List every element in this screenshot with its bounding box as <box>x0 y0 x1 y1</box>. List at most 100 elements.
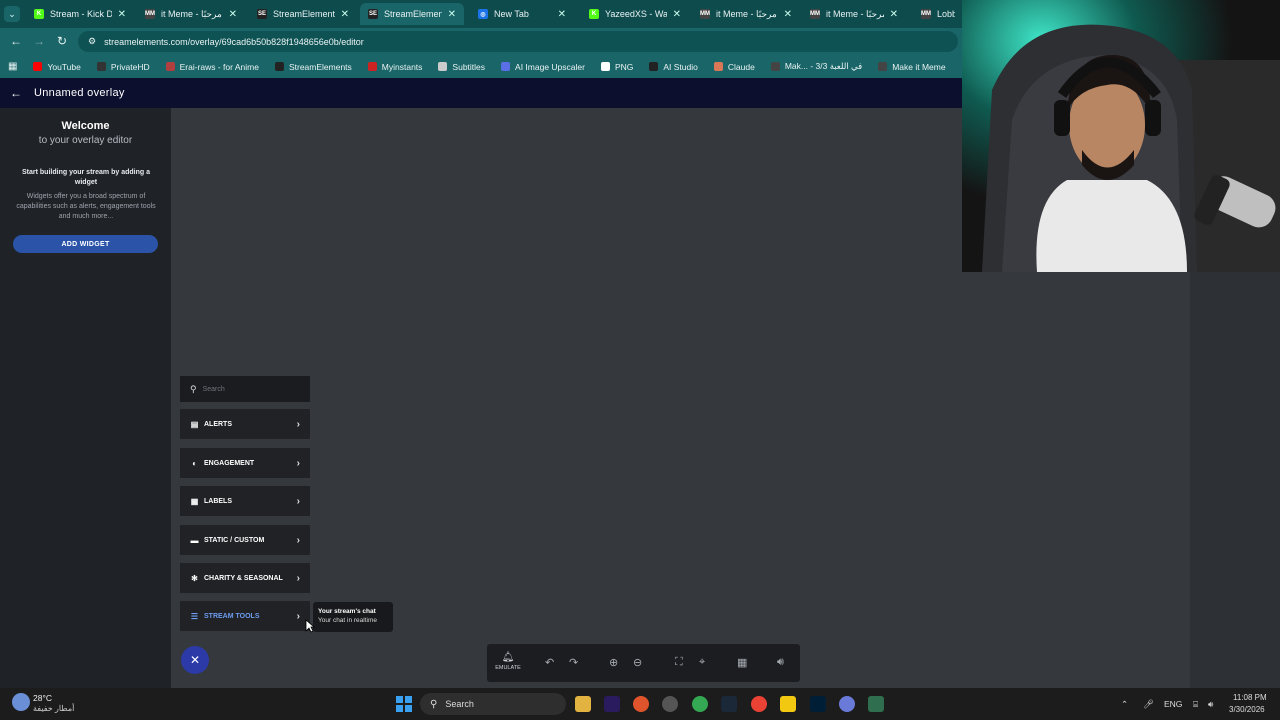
premiere-icon[interactable] <box>604 696 620 712</box>
undo-icon[interactable]: ↶ <box>545 656 554 669</box>
bookmark[interactable]: PrivateHD <box>96 62 150 72</box>
zoom-in-icon[interactable]: ⊕ <box>609 656 618 669</box>
search-icon: ⚲ <box>430 698 438 710</box>
back-icon[interactable]: ← <box>10 34 22 48</box>
widget-category-label: STREAM TOOLS <box>204 612 260 620</box>
fit-screen-icon[interactable]: ⛶ <box>675 656 683 669</box>
firefox-icon[interactable] <box>633 696 649 712</box>
site-info-icon[interactable]: ⚙ <box>88 36 96 47</box>
back-arrow-icon[interactable]: ← <box>10 86 22 100</box>
streamer-webcam-image <box>962 0 1280 272</box>
apps-icon[interactable]: ▦ <box>8 61 17 72</box>
tab-close-icon[interactable]: ✕ <box>673 9 681 20</box>
browser-tab[interactable]: MM it Meme - مرحبًا ✕ <box>692 3 800 25</box>
weather-icon[interactable] <box>12 693 30 711</box>
welcome-title: Welcome <box>61 120 110 132</box>
bookmark[interactable]: AI Studio <box>649 62 698 72</box>
browser-tab[interactable]: SE StreamElements ✕ <box>249 3 357 25</box>
bookmark[interactable]: Mak... - 3/3 في اللعبة <box>770 61 862 72</box>
browser-tab[interactable]: MM it Meme - مرحبًا ✕ <box>802 3 906 25</box>
bookmark-label: YouTube <box>47 61 81 72</box>
tab-search-button[interactable]: ⌄ <box>4 6 20 22</box>
browser-tab[interactable]: K YazeedXS - Watch ✕ <box>581 3 689 25</box>
browser-tab[interactable]: MM Lobby i <box>913 3 963 25</box>
tab-close-icon[interactable]: ✕ <box>890 9 898 20</box>
tab-close-icon[interactable]: ✕ <box>229 9 237 20</box>
bookmark[interactable]: Claude <box>713 61 755 72</box>
tab-close-icon[interactable]: ✕ <box>341 9 349 20</box>
redo-icon[interactable]: ↷ <box>569 656 578 669</box>
widget-category-label: LABELS <box>204 497 232 505</box>
bookmark-label: PNG <box>614 61 634 72</box>
widget-category-charity-seasonal[interactable]: ✻ CHARITY & SEASONAL › <box>180 563 310 593</box>
widget-search-input[interactable]: ⚲ Search <box>180 376 310 402</box>
editor-sidebar: Welcome to your overlay editor Start bui… <box>0 108 171 688</box>
bookmark[interactable]: Myinstants <box>367 62 422 72</box>
close-menu-button[interactable]: ✕ <box>181 646 209 674</box>
file-explorer-icon[interactable] <box>575 696 591 712</box>
overlay-title[interactable]: Unnamed overlay <box>34 87 125 99</box>
volume-icon[interactable]: 🔊︎ <box>1208 699 1213 710</box>
bookmark-favicon-icon <box>165 62 175 71</box>
bookmark-favicon-icon <box>33 62 43 71</box>
sticky-notes-icon[interactable] <box>780 696 796 712</box>
chrome-icon[interactable] <box>692 696 708 712</box>
microphone-icon[interactable]: 🎤︎ <box>1143 699 1154 710</box>
tab-title: it Meme - مرحبًا <box>826 8 884 19</box>
tab-title: Stream - Kick Da <box>50 9 112 19</box>
tab-close-icon[interactable]: ✕ <box>558 9 566 20</box>
obs-icon[interactable] <box>662 696 678 712</box>
grid-icon[interactable]: ▦ <box>737 656 747 669</box>
browser-tab[interactable]: SE StreamElements ✕ <box>360 3 464 25</box>
taskbar-search[interactable]: ⚲ Search <box>420 693 566 715</box>
tab-favicon-icon: K <box>34 9 44 19</box>
browser-tab[interactable]: K Stream - Kick Da ✕ <box>26 3 134 25</box>
forward-icon[interactable]: → <box>33 34 45 48</box>
bookmark[interactable]: YouTube <box>33 61 81 72</box>
bookmark-label: Claude <box>727 61 755 72</box>
bookmark[interactable]: Make it Meme <box>878 62 946 72</box>
browser-tab[interactable]: ◎ New Tab ✕ <box>470 3 574 25</box>
bookmark[interactable]: Subtitles <box>438 62 485 72</box>
sound-icon[interactable]: 🔊︎ <box>777 656 784 669</box>
widget-category-engagement[interactable]: ◐ ENGAGEMENT › <box>180 448 310 478</box>
bookmark[interactable]: StreamElements <box>274 62 352 72</box>
tab-close-icon[interactable]: ✕ <box>448 9 456 20</box>
url-field[interactable]: ⚙ streamelements.com/overlay/69cad6b50b8… <box>78 31 958 52</box>
tab-favicon-icon: MM <box>921 9 931 19</box>
bookmark[interactable]: PNG <box>600 61 634 72</box>
weather-temp: 28°C <box>33 693 52 703</box>
bookmark[interactable]: AI Image Upscaler <box>501 62 585 72</box>
tab-close-icon[interactable]: ✕ <box>784 9 792 20</box>
app-icon[interactable] <box>839 696 855 712</box>
network-icon[interactable]: ⌸ <box>1193 699 1198 710</box>
reload-icon[interactable]: ↻ <box>57 34 67 48</box>
center-icon[interactable]: ⌖ <box>699 656 705 669</box>
excel-icon[interactable] <box>868 696 884 712</box>
start-icon[interactable] <box>396 696 412 712</box>
photoshop-icon[interactable] <box>810 696 826 712</box>
bookmark-favicon-icon <box>878 62 888 71</box>
static-icon: ▬ <box>190 535 199 545</box>
widget-category-labels[interactable]: ▦ LABELS › <box>180 486 310 516</box>
widget-category-label: STATIC / CUSTOM <box>204 536 265 544</box>
zoom-out-icon[interactable]: ⊖ <box>633 656 642 669</box>
start-building-text: Start building your stream by adding a w… <box>22 169 150 186</box>
chevron-right-icon: › <box>296 457 300 469</box>
widget-category-static-custom[interactable]: ▬ STATIC / CUSTOM › <box>180 525 310 555</box>
bookmark[interactable]: Erai-raws - for Anime <box>165 62 259 72</box>
emulate-button[interactable]: 🔔︎ EMULATE <box>493 652 523 671</box>
clock-date[interactable]: 3/30/2026 <box>1229 705 1265 714</box>
tooltip-subtitle: Your chat in realtime <box>318 617 378 624</box>
widget-category-alerts[interactable]: ▤ ALERTS › <box>180 409 310 439</box>
language-indicator[interactable]: ENG <box>1164 699 1182 709</box>
tab-close-icon[interactable]: ✕ <box>118 9 126 20</box>
steam-icon[interactable] <box>721 696 737 712</box>
clock-time[interactable]: 11:08 PM <box>1233 693 1267 702</box>
tray-chevron-icon[interactable]: ⌃ <box>1121 699 1128 710</box>
bookmark-favicon-icon <box>96 62 106 71</box>
chrome-active-icon[interactable] <box>751 696 767 712</box>
widget-category-stream-tools[interactable]: ☰ STREAM TOOLS › <box>180 601 310 631</box>
add-widget-button[interactable]: ADD WIDGET <box>13 235 158 253</box>
browser-tab[interactable]: MM it Meme - مرحبًا ✕ <box>137 3 245 25</box>
